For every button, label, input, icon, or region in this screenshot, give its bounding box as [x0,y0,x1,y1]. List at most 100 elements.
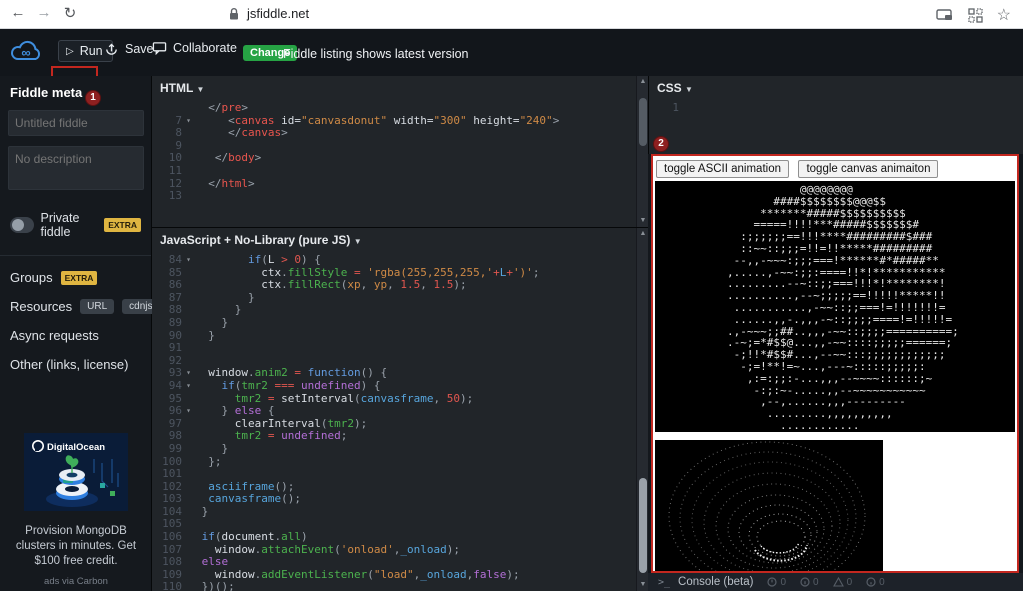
terminal-prompt-icon: >_ [658,577,670,588]
other-label: Other (links, license) [10,357,128,372]
canvas-donut [655,440,883,571]
warning-triangle-icon [833,577,844,587]
js-editor-panel: JavaScript + No-Library (pure JS) ▼ 84▾ … [152,228,648,591]
html-code-editor[interactable]: </pre>7▾ <canvas id="canvasdonut" width=… [152,97,648,203]
private-fiddle-toggle[interactable] [10,217,34,233]
extra-badge: EXTRA [61,271,98,285]
header-notice: Fiddle listing shows latest version [283,47,469,61]
error-circle-icon [767,577,777,587]
code-line[interactable]: 13 [152,190,648,203]
scroll-down-icon[interactable]: ▼ [637,579,648,591]
code-line[interactable]: 104 } [152,506,648,519]
js-editor-scrollbar[interactable]: ▲ ▼ [636,228,648,591]
code-line[interactable]: 89 } [152,317,648,330]
js-panel-title: JavaScript + No-Library (pure JS) [160,233,350,247]
code-line[interactable]: 1 [649,102,1023,115]
code-line[interactable]: 90 } [152,330,648,343]
refresh-icon[interactable]: ↻ [60,4,80,22]
fiddle-title-input[interactable] [8,110,144,136]
scroll-up-icon[interactable]: ▲ [637,228,648,240]
run-label: Run [80,44,103,58]
back-icon[interactable]: ← [8,4,28,21]
digitalocean-ad-image[interactable]: DigitalOcean [24,433,128,511]
chevron-down-icon: ▼ [196,85,204,94]
annotation-step-1: 1 [85,90,101,106]
carbon-ad[interactable]: DigitalOcean Provision MongoDB clusters … [0,433,152,587]
svg-text:DigitalOcean: DigitalOcean [47,442,105,453]
sidebar-item-resources[interactable]: Resources URL cdnjs [10,285,141,314]
html-editor-scrollbar[interactable]: ▲ ▼ [636,76,648,227]
address-bar[interactable]: jsfiddle.net [228,6,309,21]
toggle-ascii-animation-button[interactable]: toggle ASCII animation [656,160,789,178]
save-icon [104,41,119,56]
dotted-torus-graphic [655,440,883,571]
resources-url-button[interactable]: URL [80,299,114,314]
console-error-count[interactable]: 0 [767,577,786,588]
info-circle-icon [800,577,810,587]
scroll-thumb[interactable] [639,98,647,146]
fiddle-description-input[interactable] [8,146,144,190]
code-line[interactable]: 100 }; [152,456,648,469]
css-panel-header[interactable]: CSS ▼ [649,76,1023,97]
code-line[interactable]: 110 })(); [152,581,648,591]
sidebar-item-other[interactable]: Other (links, license) [10,343,141,372]
toggle-knob [12,219,24,231]
url-text: jsfiddle.net [247,6,309,21]
save-button[interactable]: Save [104,41,154,56]
scroll-down-icon[interactable]: ▼ [637,215,648,227]
scroll-up-icon[interactable]: ▲ [637,76,648,88]
code-line[interactable]: 91 [152,342,648,355]
html-editor-panel: HTML ▼ </pre>7▾ <canvas id="canvasdonut"… [152,76,648,228]
code-line[interactable]: 99 } [152,443,648,456]
console-label: Console (beta) [678,576,753,588]
forward-icon[interactable]: → [34,4,54,21]
sidebar-item-groups[interactable]: Groups EXTRA [10,256,141,285]
code-line[interactable]: 103 canvasframe(); [152,493,648,506]
browser-chrome: ← → ↻ jsfiddle.net ☆ [0,0,1023,29]
result-panel: toggle ASCII animation toggle canvas ani… [651,154,1019,573]
console-log-count[interactable]: 0 [866,577,885,588]
resources-label: Resources [10,299,72,314]
extensions-icon[interactable] [968,8,983,23]
chevron-down-icon: ▼ [685,85,693,94]
groups-label: Groups [10,270,53,285]
chevron-down-icon: ▼ [354,237,362,246]
jsfiddle-logo[interactable]: ∞ [8,36,44,66]
collaborate-button[interactable]: Collaborate [152,41,237,55]
private-fiddle-label: Private fiddle [41,211,98,239]
code-line[interactable]: 12 </html> [152,178,648,191]
ad-attribution[interactable]: ads via Carbon [0,576,152,587]
css-code-editor[interactable]: 1 [649,97,1023,115]
console-bar[interactable]: >_ Console (beta) 0 0 0 0 [648,573,1023,591]
html-panel-header[interactable]: HTML ▼ [152,76,648,97]
css-editor-panel: CSS ▼ 1 [648,76,1023,154]
extra-badge: EXTRA [104,218,141,232]
sidebar-item-async-requests[interactable]: Async requests [10,314,141,343]
collaborate-label: Collaborate [173,41,237,55]
annotation-step-2: 2 [653,136,669,152]
ad-text[interactable]: Provision MongoDB clusters in minutes. G… [10,524,142,569]
sidebar: Fiddle meta Private fiddle EXTRA Groups … [0,76,152,591]
css-panel-title: CSS [657,81,682,95]
console-warning-count[interactable]: 0 [833,577,853,588]
scroll-thumb[interactable] [639,478,647,573]
console-info-count[interactable]: 0 [800,577,819,588]
run-icon: ▷ [66,46,74,57]
lock-icon [228,7,240,21]
code-line[interactable]: 8 </canvas> [152,127,648,140]
toggle-canvas-animation-button[interactable]: toggle canvas animaiton [798,160,938,178]
fiddle-meta-title: Fiddle meta [10,85,141,100]
jsfiddle-header: ∞ ▷ Run Save Collaborate Change Fiddle l… [0,29,1023,76]
js-panel-header[interactable]: JavaScript + No-Library (pure JS) ▼ [152,228,648,249]
speech-bubble-icon [152,41,167,55]
save-label: Save [125,42,154,56]
log-circle-icon [866,577,876,587]
ascii-donut-art: @@@@@@@@ ####$$$$$$$$@@@$$ *******#####$… [655,181,1015,432]
media-controls-icon[interactable] [936,8,954,22]
html-panel-title: HTML [160,81,193,95]
js-code-editor[interactable]: 84▾ if(L > 0) {85 ctx.fillStyle = 'rgba(… [152,249,648,591]
async-label: Async requests [10,328,99,343]
code-line[interactable]: 10 </body> [152,152,648,165]
bookmark-star-icon[interactable]: ☆ [997,5,1011,25]
svg-text:∞: ∞ [21,45,30,60]
